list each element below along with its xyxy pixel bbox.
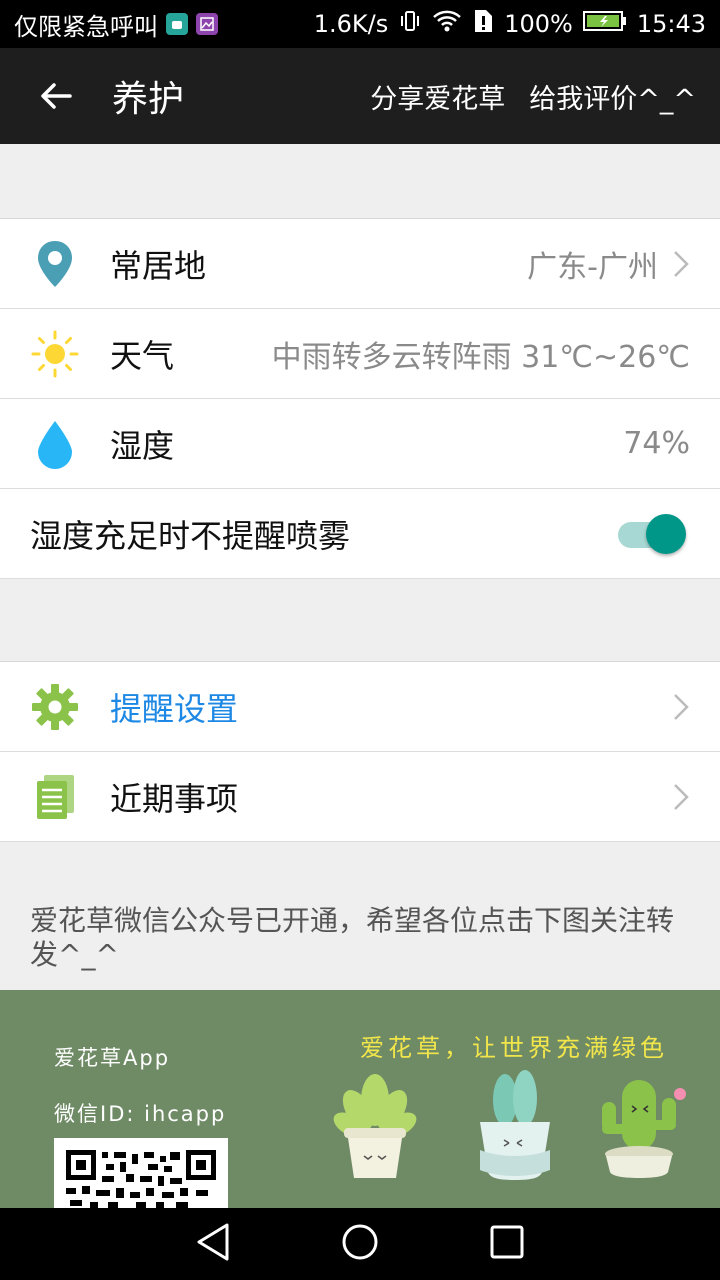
settings-group: 提醒设置 近期事项 <box>0 661 720 842</box>
weather-row: 天气 中雨转多云转阵雨 31℃~26℃ <box>0 309 720 399</box>
weather-label: 天气 <box>110 336 175 375</box>
mist-toggle-switch[interactable] <box>618 513 686 554</box>
app-bar: 养护 分享爱花草 给我评价^_^ <box>0 48 720 144</box>
wechat-notice: 爱花草微信公众号已开通，希望各位点击下图关注转发^_^ <box>30 904 675 971</box>
mist-reminder-row: 湿度充足时不提醒喷雾 <box>0 489 720 579</box>
water-drop-icon <box>0 419 110 469</box>
triangle-back-icon <box>197 1223 229 1261</box>
share-button[interactable]: 分享爱花草 <box>370 77 505 116</box>
chevron-right-icon <box>674 783 689 810</box>
image-notification-icon <box>196 13 218 35</box>
succulent-pot-illustration <box>333 1074 417 1178</box>
document-list-icon <box>0 773 110 821</box>
location-value: 广东-广州 <box>527 249 658 285</box>
rate-button[interactable]: 给我评价^_^ <box>529 77 696 116</box>
net-speed: 1.6K/s <box>313 10 389 38</box>
location-label: 常居地 <box>110 246 207 285</box>
location-pin-icon <box>0 239 110 289</box>
banner-slogan: 爱花草，让世界充满绿色 <box>360 1034 668 1062</box>
circle-home-icon <box>342 1224 378 1260</box>
humidity-row: 湿度 74% <box>0 399 720 489</box>
chevron-right-icon <box>674 693 689 720</box>
page-title: 养护 <box>112 79 185 120</box>
arrow-left-icon <box>41 83 72 109</box>
environment-group: 常居地 广东-广州 天气 中雨转多云转阵雨 31℃~26℃ 湿度 74% 湿度充… <box>0 218 720 579</box>
location-row[interactable]: 常居地 广东-广州 <box>0 219 720 309</box>
wechat-banner-image[interactable]: 爱花草App 微信ID: ihcapp 爱花草，让世界充满绿色 <box>0 990 720 1208</box>
reminder-settings-label: 提醒设置 <box>110 689 239 728</box>
nav-home-button[interactable] <box>340 1222 380 1266</box>
recent-tasks-label: 近期事项 <box>110 779 239 818</box>
humidity-label: 湿度 <box>110 426 175 465</box>
chevron-right-icon <box>674 250 689 277</box>
cactus-pot-illustration <box>602 1080 686 1178</box>
battery-icon <box>582 9 627 39</box>
wifi-icon <box>432 9 462 39</box>
sun-icon <box>0 329 110 379</box>
carrier-text: 仅限紧急呼叫 <box>14 12 158 41</box>
battery-percent: 100% <box>504 10 573 38</box>
gear-icon <box>0 682 110 732</box>
weather-value: 中雨转多云转阵雨 31℃~26℃ <box>271 339 690 375</box>
nav-back-button[interactable] <box>195 1222 231 1266</box>
humidity-value: 74% <box>623 426 690 461</box>
cactus-cup-illustration <box>480 1070 550 1180</box>
recent-tasks-row[interactable]: 近期事项 <box>0 752 720 842</box>
mist-toggle-label: 湿度充足时不提醒喷雾 <box>30 516 351 555</box>
clock: 15:43 <box>636 10 706 38</box>
banner-app-name: 爱花草App <box>54 1046 171 1070</box>
nav-recents-button[interactable] <box>489 1224 525 1264</box>
system-nav-bar <box>0 1208 720 1280</box>
square-recents-icon <box>490 1225 524 1259</box>
sim-alert-icon <box>472 8 494 40</box>
banner-wechat-id: 微信ID: ihcapp <box>54 1102 227 1126</box>
qr-code <box>54 1138 228 1208</box>
vibrate-icon <box>398 9 422 39</box>
android-notification-icon <box>166 13 188 35</box>
reminder-settings-row[interactable]: 提醒设置 <box>0 662 720 752</box>
status-bar: 仅限紧急呼叫 1.6K/s 100% 15:43 <box>0 0 720 48</box>
back-button[interactable] <box>0 48 112 144</box>
